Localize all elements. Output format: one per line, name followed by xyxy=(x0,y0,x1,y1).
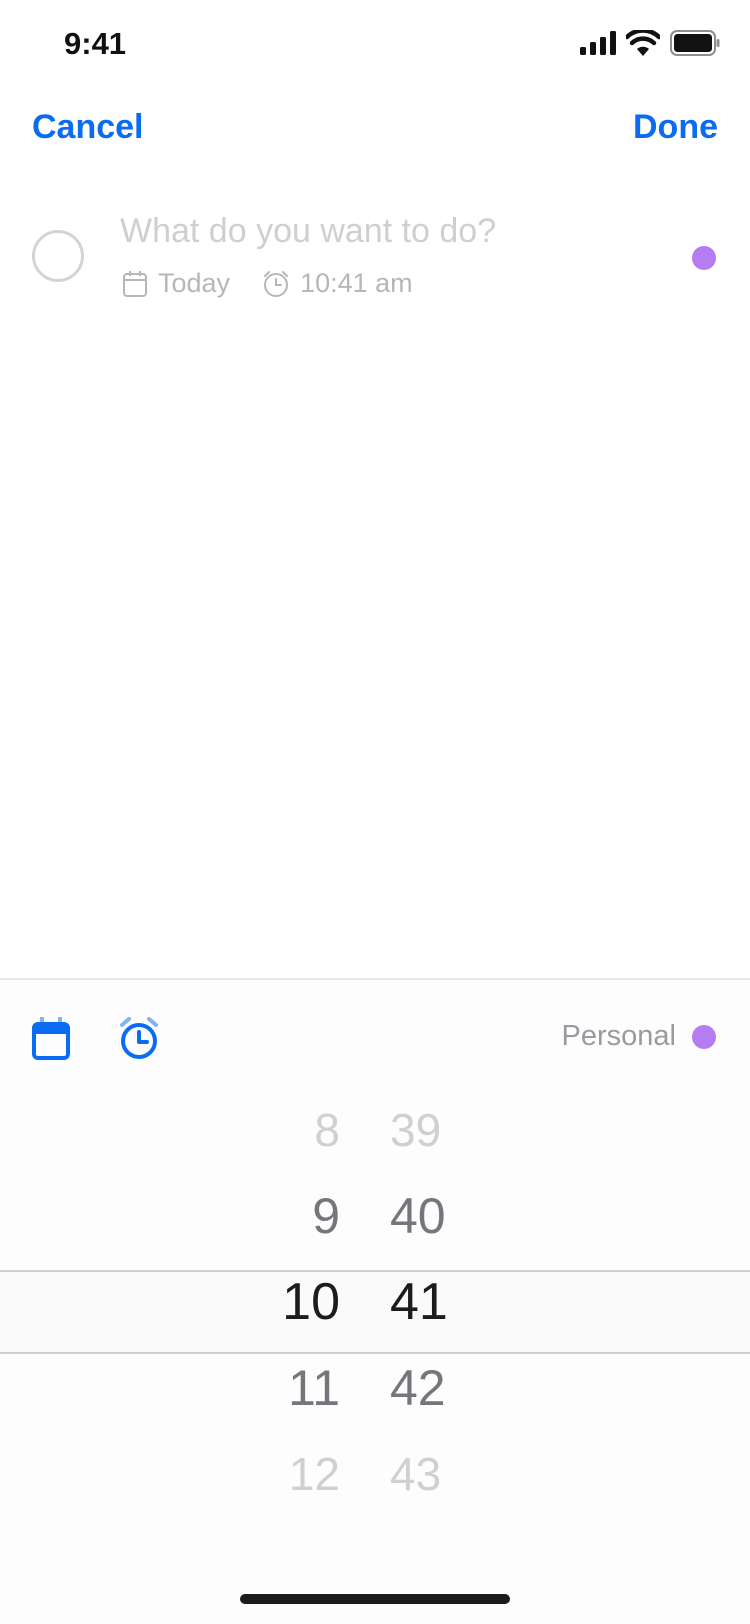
home-indicator[interactable] xyxy=(240,1594,510,1604)
calendar-toolbar-icon[interactable] xyxy=(32,1016,70,1060)
list-color-dot xyxy=(692,246,716,270)
hour-option: 12 xyxy=(288,1448,340,1500)
alarm-clock-icon xyxy=(264,270,289,297)
due-date-label: Today xyxy=(158,268,231,298)
status-time: 9:41 xyxy=(64,26,127,61)
cancel-button[interactable]: Cancel xyxy=(32,108,144,147)
due-time-label: 10:41 am xyxy=(300,268,413,298)
minute-option: 40 xyxy=(390,1188,446,1244)
complete-checkbox[interactable] xyxy=(32,230,84,282)
due-time[interactable]: 10:41 am xyxy=(262,268,413,299)
minute-option: 42 xyxy=(390,1360,446,1416)
hour-option-selected: 10 xyxy=(282,1273,340,1331)
wifi-icon xyxy=(626,30,660,56)
minute-wheel[interactable]: 39 40 41 42 43 xyxy=(390,1100,510,1530)
alarm-toolbar-icon[interactable] xyxy=(118,1016,160,1060)
status-icons xyxy=(580,30,720,56)
minute-option-selected: 41 xyxy=(390,1273,448,1331)
list-selector-dot xyxy=(692,1024,716,1049)
calendar-icon xyxy=(123,270,147,297)
minute-option: 39 xyxy=(390,1104,442,1156)
list-name: Personal xyxy=(561,1020,676,1052)
cellular-signal-icon xyxy=(580,31,616,55)
list-selector[interactable]: Personal xyxy=(562,1020,716,1053)
hour-option: 8 xyxy=(314,1104,340,1156)
task-meta: Today 10:41 am xyxy=(122,268,413,299)
minute-option: 43 xyxy=(390,1448,442,1500)
battery-icon xyxy=(670,30,720,56)
hour-wheel[interactable]: 8 9 10 11 12 xyxy=(220,1100,340,1530)
hour-option: 9 xyxy=(312,1188,340,1244)
hour-option: 11 xyxy=(288,1360,340,1416)
picker-selection-band xyxy=(0,1270,750,1354)
done-button[interactable]: Done xyxy=(633,108,718,147)
task-title-input[interactable] xyxy=(120,212,660,251)
due-date[interactable]: Today xyxy=(122,268,230,299)
